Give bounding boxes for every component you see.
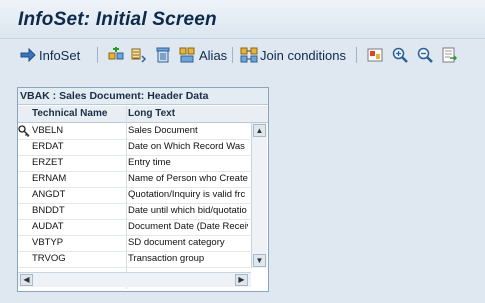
toolbar-separator xyxy=(97,47,98,63)
layout-icon xyxy=(366,46,384,64)
key-icon xyxy=(18,125,30,137)
field-technical-name: TRVOG xyxy=(32,253,66,264)
field-long-text: Sales Document xyxy=(128,125,198,136)
layout-button[interactable] xyxy=(366,45,384,65)
field-row[interactable]: TRVOG Transaction group xyxy=(18,251,250,268)
join-conditions-button-label: Join conditions xyxy=(260,47,346,63)
scroll-up-button[interactable]: ▲ xyxy=(253,124,266,137)
field-row[interactable]: ERDAT Date on Which Record Was C xyxy=(18,139,250,156)
column-header-technical-name[interactable]: Technical Name xyxy=(32,106,107,122)
infoset-button[interactable]: InfoSet xyxy=(20,45,80,65)
table-panel-vbak[interactable]: VBAK : Sales Document: Header Data Techn… xyxy=(17,87,269,292)
export-icon xyxy=(441,46,459,64)
infoset-button-label: InfoSet xyxy=(39,47,81,63)
zoom-in-button[interactable] xyxy=(391,45,409,65)
field-technical-name: AUDAT xyxy=(32,221,64,232)
scroll-right-button[interactable]: ▶ xyxy=(235,274,248,286)
field-long-text: Entry time xyxy=(128,157,171,168)
delete-button[interactable] xyxy=(154,45,172,65)
application-toolbar: InfoSet Alias Join conditions xyxy=(0,39,485,71)
field-long-text: SD document category xyxy=(128,237,225,248)
field-long-text: Name of Person who Create xyxy=(128,173,248,184)
grid-header: Technical Name Long Text xyxy=(18,106,268,123)
zoom-out-button[interactable] xyxy=(416,45,434,65)
delete-trash-icon xyxy=(154,46,172,64)
field-row[interactable]: VBELN Sales Document xyxy=(18,123,250,140)
title-bar: InfoSet: Initial Screen xyxy=(0,0,485,39)
field-long-text: Date until which bid/quotatio xyxy=(128,205,247,216)
field-row[interactable]: BNDDT Date until which bid/quotatio xyxy=(18,203,250,220)
field-row[interactable]: VBTYP SD document category xyxy=(18,235,250,252)
vertical-scrollbar[interactable]: ▲ ▼ xyxy=(251,123,267,268)
field-long-text: Date on Which Record Was C xyxy=(128,141,248,152)
join-conditions-icon xyxy=(240,46,258,64)
screen-title: InfoSet: Initial Screen xyxy=(18,9,217,30)
field-technical-name: ERNAM xyxy=(32,173,67,184)
table-fields-icon xyxy=(130,46,148,64)
field-technical-name: ERZET xyxy=(32,157,64,168)
alias-button-label: Alias xyxy=(199,47,228,63)
field-technical-name: BNDDT xyxy=(32,205,65,216)
toolbar-separator xyxy=(232,47,233,63)
scroll-down-button[interactable]: ▼ xyxy=(253,254,266,267)
horizontal-scrollbar[interactable]: ◀ ▶ xyxy=(18,272,251,287)
field-long-text: Quotation/Inquiry is valid frc xyxy=(128,189,246,200)
field-technical-name: ANGDT xyxy=(32,189,66,200)
zoom-in-icon xyxy=(391,46,409,64)
field-row[interactable]: ERZET Entry time xyxy=(18,155,250,172)
insert-table-icon xyxy=(107,46,125,64)
table-fields-button[interactable] xyxy=(130,45,148,65)
export-button[interactable] xyxy=(441,45,459,65)
field-row[interactable]: ERNAM Name of Person who Create xyxy=(18,171,250,188)
field-technical-name: ERDAT xyxy=(32,141,64,152)
alias-button[interactable]: Alias xyxy=(178,45,227,65)
toolbar-separator xyxy=(356,47,357,63)
field-long-text: Transaction group xyxy=(128,253,205,264)
zoom-out-icon xyxy=(416,46,434,64)
field-technical-name: VBELN xyxy=(32,125,64,136)
arrow-right-icon xyxy=(20,48,36,62)
alias-icon xyxy=(178,46,196,64)
field-row[interactable]: ANGDT Quotation/Inquiry is valid frc xyxy=(18,187,250,204)
insert-table-button[interactable] xyxy=(107,45,125,65)
field-row[interactable]: AUDAT Document Date (Date Receiv xyxy=(18,219,250,236)
scroll-left-button[interactable]: ◀ xyxy=(20,274,33,286)
join-conditions-button[interactable]: Join conditions xyxy=(240,45,346,65)
table-panel-title: VBAK : Sales Document: Header Data xyxy=(18,88,268,105)
field-technical-name: VBTYP xyxy=(32,237,64,248)
field-long-text: Document Date (Date Receiv xyxy=(128,221,248,232)
column-header-long-text[interactable]: Long Text xyxy=(128,106,175,122)
